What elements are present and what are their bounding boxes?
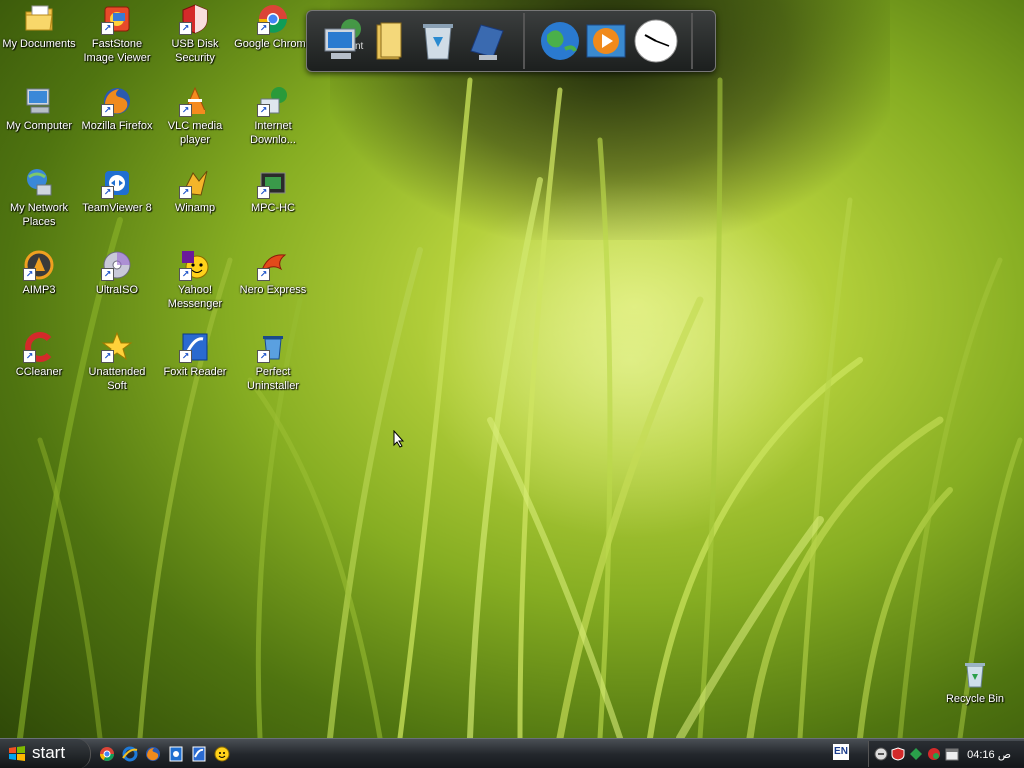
dock-trash[interactable] xyxy=(417,19,459,63)
my-documents-icon xyxy=(23,3,55,35)
desktop-icon-faststone[interactable]: ↗ FastStone Image Viewer xyxy=(78,3,156,65)
desktop-icon-aimp3[interactable]: ↗ AIMP3 xyxy=(0,249,78,297)
dock-globe[interactable] xyxy=(539,19,581,63)
winamp-icon: ↗ xyxy=(179,167,211,199)
start-label: start xyxy=(32,743,66,762)
desktop-icon-recycle-bin[interactable]: Recycle Bin xyxy=(936,658,1014,706)
usb-security-tray-icon xyxy=(891,747,905,761)
quicklaunch-foxit[interactable] xyxy=(191,746,207,762)
yahoo-tray-icon xyxy=(874,747,888,761)
my-computer-icon xyxy=(23,85,55,117)
desktop-icon-my-network-places[interactable]: My Network Places xyxy=(0,167,78,229)
yahoo-messenger-icon: ↗ xyxy=(179,249,211,281)
language-indicator[interactable]: EN xyxy=(833,744,849,760)
tray-usb-security[interactable] xyxy=(891,747,905,761)
internet-download-manager-icon: ↗ xyxy=(257,85,289,117)
calendar-tray-icon xyxy=(945,748,959,761)
desktop-icon-yahoo-messenger[interactable]: ↗ Yahoo! Messenger xyxy=(156,249,234,311)
dock-separator-right xyxy=(691,13,693,69)
dock-computer[interactable]: nt xyxy=(321,19,363,63)
tray-yahoo[interactable] xyxy=(874,747,888,761)
desktop-icon-mpc-hc[interactable]: ↗ MPC-HC xyxy=(234,167,312,215)
ccleaner-icon: ↗ xyxy=(23,331,55,363)
tray-antivirus[interactable] xyxy=(927,747,941,761)
foxit-icon xyxy=(192,746,206,762)
dock-clock[interactable] xyxy=(633,19,678,63)
taskbar: start 04:16 ص xyxy=(0,738,1024,768)
chrome-icon: ↗ xyxy=(257,3,289,35)
system-tray: 04:16 ص xyxy=(868,741,1024,767)
desktop-icon-ccleaner[interactable]: ↗ CCleaner xyxy=(0,331,78,379)
network-tray-icon xyxy=(910,748,922,760)
folder-icon xyxy=(376,22,402,60)
desktop-icon-vlc[interactable]: ↗ VLC media player xyxy=(156,85,234,147)
control-panel-icon xyxy=(470,24,504,60)
quicklaunch-firefox[interactable] xyxy=(145,746,161,762)
antivirus-tray-icon xyxy=(928,748,940,760)
internet-explorer-icon xyxy=(122,746,138,762)
teamviewer-icon xyxy=(169,746,183,762)
vlc-icon: ↗ xyxy=(179,85,211,117)
desktop-icon-internet-download-manager[interactable]: ↗ Internet Downlo... xyxy=(234,85,312,147)
desktop-icon-perfect-uninstaller[interactable]: ↗ Perfect Uninstaller xyxy=(234,331,312,393)
desktop-icon-google-chrome[interactable]: ↗ Google Chrome xyxy=(234,3,312,51)
firefox-icon: ↗ xyxy=(101,85,133,117)
faststone-icon: ↗ xyxy=(101,3,133,35)
yahoo-messenger-icon xyxy=(214,746,230,762)
aimp3-icon: ↗ xyxy=(23,249,55,281)
quicklaunch-internet-explorer[interactable] xyxy=(122,746,138,762)
trash-icon xyxy=(423,24,453,60)
windows-logo-icon xyxy=(9,746,25,761)
taskbar-clock[interactable]: 04:16 ص xyxy=(967,748,1011,761)
desktop-icon-unattended-soft[interactable]: ↗ Unattended Soft xyxy=(78,331,156,393)
dock-separator xyxy=(523,13,525,69)
desktop-icon-teamviewer[interactable]: ↗ TeamViewer 8 xyxy=(78,167,156,215)
chrome-icon xyxy=(100,747,114,761)
desktop-icon-usb-disk-security[interactable]: ↗ USB Disk Security xyxy=(156,3,234,65)
ultraiso-icon: ↗ xyxy=(101,249,133,281)
desktop-icon-mozilla-firefox[interactable]: ↗ Mozilla Firefox xyxy=(78,85,156,133)
nero-express-icon: ↗ xyxy=(257,249,289,281)
desktop-icon-nero-express[interactable]: ↗ Nero Express xyxy=(234,249,312,297)
dock-control-panel[interactable] xyxy=(465,19,507,63)
desktop-icon-my-computer[interactable]: My Computer xyxy=(0,85,78,133)
media-player-icon xyxy=(586,24,626,58)
dock-bar: nt xyxy=(306,10,716,72)
quicklaunch-chrome[interactable] xyxy=(99,746,115,762)
desktop-icon-ultraiso[interactable]: ↗ UltraISO xyxy=(78,249,156,297)
tray-network[interactable] xyxy=(909,747,923,761)
dock-media-player[interactable] xyxy=(585,19,627,63)
foxit-reader-icon: ↗ xyxy=(179,331,211,363)
tray-calendar[interactable] xyxy=(945,747,959,761)
mouse-cursor xyxy=(393,430,405,448)
wallpaper-glow xyxy=(420,180,840,540)
quicklaunch-teamviewer[interactable] xyxy=(168,746,184,762)
firefox-icon xyxy=(146,747,160,761)
globe-icon xyxy=(541,22,579,60)
network-places-icon xyxy=(23,167,55,199)
quicklaunch-yahoo-messenger[interactable] xyxy=(214,746,230,762)
dock-partial-label: nt xyxy=(355,41,364,52)
desktop-icon-foxit-reader[interactable]: ↗ Foxit Reader xyxy=(156,331,234,379)
perfect-uninstaller-icon: ↗ xyxy=(257,331,289,363)
clock-icon xyxy=(634,19,678,63)
unattended-soft-icon: ↗ xyxy=(101,331,133,363)
start-button[interactable]: start xyxy=(0,739,91,768)
recycle-bin-icon xyxy=(959,658,991,690)
desktop-icon-my-documents[interactable]: My Documents xyxy=(0,3,78,51)
teamviewer-icon: ↗ xyxy=(101,167,133,199)
usb-disk-security-icon: ↗ xyxy=(179,3,211,35)
desktop-icon-winamp[interactable]: ↗ Winamp xyxy=(156,167,234,215)
dock-folder[interactable] xyxy=(369,19,411,63)
mpc-hc-icon: ↗ xyxy=(257,167,289,199)
